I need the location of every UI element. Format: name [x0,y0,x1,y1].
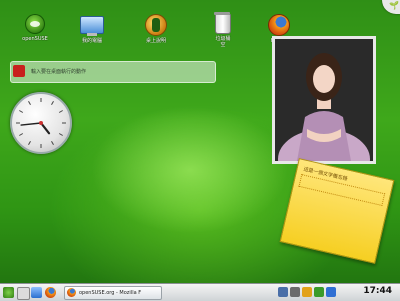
firefox-icon [67,288,76,297]
desktop-icon-label: 我的電腦 [81,38,102,44]
search-widget[interactable]: 輸入要在桌面執行的動作 [10,61,216,83]
help-icon [145,14,167,36]
search-widget-placeholder: 輸入要在桌面執行的動作 [31,69,87,75]
sticky-note-widget[interactable]: 這是一個文字備忘錄 [279,158,395,264]
desktop-icon-trash[interactable]: 垃圾桶 空 [201,12,245,48]
taskbar-clock[interactable]: 17:44 [363,286,392,296]
plasma-cashew-icon: 🌱 [389,1,399,10]
computer-icon [80,16,104,36]
kickoff-menu-icon[interactable] [3,287,14,298]
taskbar: openSUSE.org - Mozilla F 17:44 [0,283,400,301]
desktop-icon-label: 桌上說明 [145,38,166,44]
clock-minute-hand [20,122,42,126]
desktop-icon-opensuse[interactable]: openSUSE [13,14,57,42]
green-tray-icon[interactable] [314,287,324,297]
trash-icon [214,12,231,34]
desktop-icon-label: openSUSE [22,36,48,42]
updater-icon[interactable] [302,287,312,297]
analog-clock-widget[interactable] [10,92,72,154]
desktop-icon-my-computer[interactable]: 我的電腦 [70,14,114,44]
search-widget-icon [13,65,25,77]
desktop-toolbox-button[interactable]: 🌱 [382,0,400,14]
taskbar-task-title: openSUSE.org - Mozilla F [79,290,142,296]
picture-frame-widget[interactable] [272,36,376,164]
show-desktop-icon[interactable] [17,287,30,300]
desktop-icon-help[interactable]: 桌上說明 [134,14,178,44]
pager-icon[interactable] [278,287,288,297]
opensuse-icon [25,14,45,34]
desktop-icon-label: 垃圾桶 空 [215,36,231,48]
firefox-launcher-icon[interactable] [45,287,56,298]
network-icon[interactable] [290,287,300,297]
bluetooth-icon[interactable] [326,287,336,297]
portrait-photo [275,39,373,161]
firefox-icon [268,14,290,36]
file-manager-icon[interactable] [31,287,42,298]
taskbar-task-firefox[interactable]: openSUSE.org - Mozilla F [64,286,162,300]
clock-face [16,98,66,148]
